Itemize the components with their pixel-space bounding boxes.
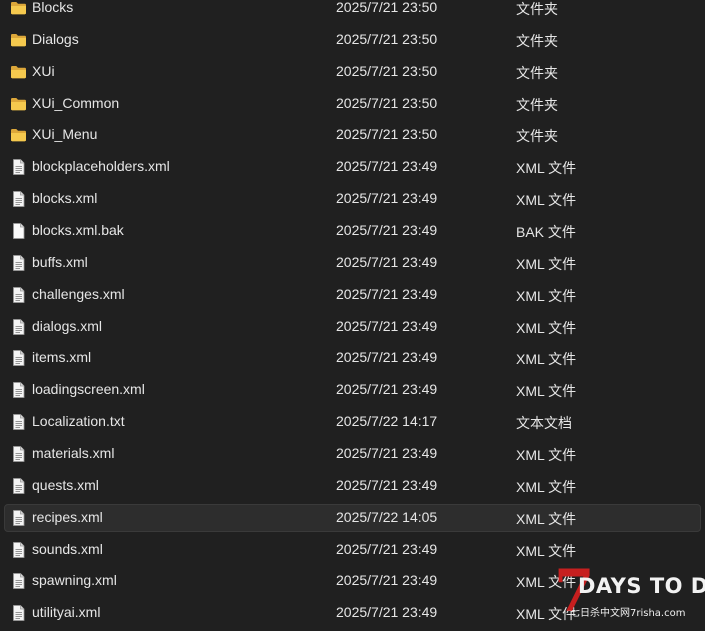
file-type: XML 文件 (516, 478, 577, 495)
file-row[interactable]: XUi 2025/7/21 23:50 文件夹 (0, 56, 705, 88)
file-type: XML 文件 (516, 192, 577, 209)
file-row[interactable]: blocks.xml 2025/7/21 23:49 XML 文件 (0, 183, 705, 215)
file-name: items.xml (32, 349, 92, 366)
file-date-modified: 2025/7/21 23:49 (336, 540, 438, 557)
file-icon (10, 191, 27, 208)
file-name: spawning.xml (32, 572, 117, 589)
file-name: recipes.xml (32, 508, 103, 525)
file-date-modified: 2025/7/21 23:49 (336, 381, 438, 398)
file-name: dialogs.xml (32, 317, 103, 334)
file-name: blockplaceholders.xml (32, 158, 170, 175)
file-icon (10, 382, 27, 399)
file-date-modified: 2025/7/22 14:17 (336, 413, 438, 430)
file-row[interactable]: loadingscreen.xml 2025/7/21 23:49 XML 文件 (0, 374, 705, 406)
file-name: utilityai.xml (32, 604, 101, 621)
file-row[interactable]: Blocks 2025/7/21 23:50 文件夹 (0, 0, 705, 24)
file-date-modified: 2025/7/22 14:05 (336, 508, 438, 525)
file-type: 文件夹 (516, 96, 558, 113)
file-icon (10, 159, 27, 176)
file-name: Blocks (32, 0, 74, 15)
file-date-modified: 2025/7/21 23:49 (336, 572, 438, 589)
file-name: materials.xml (32, 445, 115, 462)
file-row[interactable]: blocks.xml.bak 2025/7/21 23:49 BAK 文件 (0, 215, 705, 247)
file-icon (10, 350, 27, 367)
file-name: XUi_Common (32, 94, 120, 111)
file-icon (10, 286, 27, 303)
file-name: XUi_Menu (32, 126, 98, 143)
file-row[interactable]: challenges.xml 2025/7/21 23:49 XML 文件 (0, 279, 705, 311)
file-type: XML 文件 (516, 319, 577, 336)
file-date-modified: 2025/7/21 23:49 (336, 445, 438, 462)
file-type: 文件夹 (516, 128, 558, 145)
file-type: XML 文件 (516, 510, 577, 527)
file-type: XML 文件 (516, 383, 577, 400)
file-name: Dialogs (32, 30, 79, 47)
file-date-modified: 2025/7/21 23:49 (336, 317, 438, 334)
file-type: XML 文件 (516, 287, 577, 304)
file-row[interactable]: dialogs.xml 2025/7/21 23:49 XML 文件 (0, 311, 705, 343)
file-name: loadingscreen.xml (32, 381, 145, 398)
file-icon (10, 414, 27, 431)
file-name: quests.xml (32, 476, 99, 493)
file-icon (10, 446, 27, 462)
file-type: XML 文件 (516, 447, 577, 464)
file-name: Localization.txt (32, 413, 125, 430)
file-date-modified: 2025/7/21 23:49 (336, 285, 438, 302)
file-list: Blocks 2025/7/21 23:50 文件夹 Dialogs 2025/7/21… (0, 0, 705, 629)
file-icon (10, 254, 27, 271)
file-row[interactable]: Dialogs 2025/7/21 23:50 文件夹 (0, 24, 705, 56)
file-name: sounds.xml (32, 540, 103, 557)
file-type: XML 文件 (516, 160, 577, 177)
blank-file-icon (10, 223, 27, 239)
file-type: 文本文档 (516, 415, 572, 432)
file-type: XML 文件 (516, 351, 577, 368)
watermark-title: DAYS TO DIE (578, 574, 705, 598)
file-row[interactable]: materials.xml 2025/7/21 23:49 XML 文件 (0, 438, 705, 470)
file-icon (10, 573, 27, 590)
file-date-modified: 2025/7/21 23:49 (336, 190, 438, 207)
file-type: 文件夹 (516, 64, 558, 81)
file-name: blocks.xml (32, 190, 98, 207)
file-name: buffs.xml (32, 253, 88, 270)
file-name: challenges.xml (32, 285, 125, 302)
folder-icon (10, 96, 27, 112)
file-date-modified: 2025/7/21 23:50 (336, 30, 438, 47)
file-date-modified: 2025/7/21 23:49 (336, 253, 438, 270)
file-type: XML 文件 (516, 255, 577, 272)
file-icon (10, 509, 27, 526)
file-icon (10, 318, 27, 335)
file-icon (10, 477, 27, 494)
file-date-modified: 2025/7/21 23:50 (336, 94, 438, 111)
file-row[interactable]: sounds.xml 2025/7/21 23:49 XML 文件 (0, 534, 705, 566)
folder-icon (10, 64, 27, 80)
file-row[interactable]: buffs.xml 2025/7/21 23:49 XML 文件 (0, 247, 705, 279)
file-row[interactable]: quests.xml 2025/7/21 23:49 XML 文件 (0, 470, 705, 502)
file-row[interactable]: XUi_Common 2025/7/21 23:50 文件夹 (0, 88, 705, 120)
file-row[interactable]: blockplaceholders.xml 2025/7/21 23:49 XML … (0, 151, 705, 183)
file-row[interactable]: items.xml 2025/7/21 23:49 XML 文件 (0, 342, 705, 374)
file-icon (10, 605, 27, 622)
folder-icon (10, 127, 27, 143)
file-date-modified: 2025/7/21 23:49 (336, 158, 438, 175)
file-row[interactable]: XUi_Menu 2025/7/21 23:50 文件夹 (0, 119, 705, 151)
folder-icon (10, 0, 27, 16)
file-date-modified: 2025/7/21 23:50 (336, 126, 438, 143)
file-name: XUi (32, 62, 55, 79)
file-row[interactable]: Localization.txt 2025/7/22 14:17 文本文档 (0, 406, 705, 438)
file-date-modified: 2025/7/21 23:49 (336, 222, 438, 239)
folder-icon (10, 32, 27, 48)
file-date-modified: 2025/7/21 23:50 (336, 0, 438, 15)
file-date-modified: 2025/7/21 23:50 (336, 62, 438, 79)
watermark-subtitle: 七日杀中文网7risha.com (570, 608, 686, 619)
file-type: BAK 文件 (516, 224, 576, 241)
file-name: blocks.xml.bak (32, 222, 124, 239)
file-date-modified: 2025/7/21 23:49 (336, 604, 438, 621)
file-date-modified: 2025/7/21 23:49 (336, 476, 438, 493)
file-icon (10, 541, 27, 558)
watermark-logo: 7 DAYS TO DIE 七日杀中文网7risha.com (552, 562, 705, 628)
file-date-modified: 2025/7/21 23:49 (336, 349, 438, 366)
file-type: 文件夹 (516, 32, 558, 49)
file-type: 文件夹 (516, 1, 558, 17)
file-row[interactable]: recipes.xml 2025/7/22 14:05 XML 文件 (0, 502, 705, 534)
